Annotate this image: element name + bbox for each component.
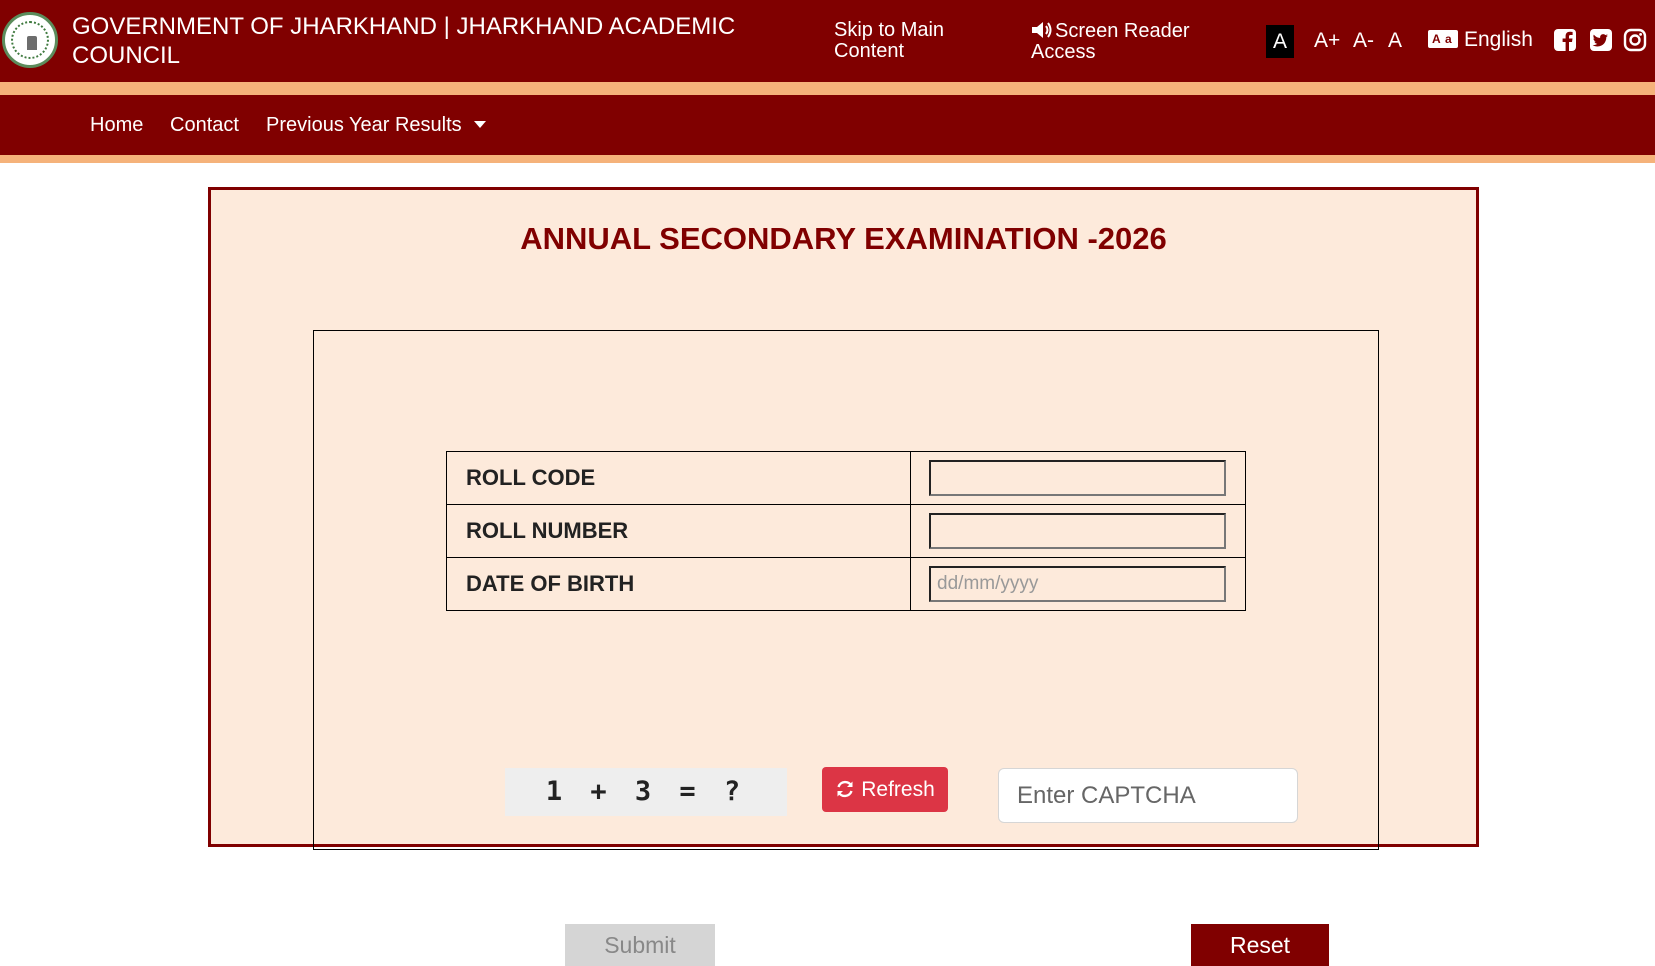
result-panel: ANNUAL SECONDARY EXAMINATION -2026 ROLL … xyxy=(208,187,1479,966)
skip-to-main-link[interactable]: Skip to Main Content xyxy=(834,20,974,62)
instagram-icon[interactable] xyxy=(1623,28,1647,52)
font-size-normal-button[interactable]: A xyxy=(1266,25,1294,58)
facebook-icon[interactable] xyxy=(1553,28,1577,52)
refresh-icon xyxy=(837,780,853,798)
font-size-reset-button[interactable]: A xyxy=(1388,28,1402,54)
reset-button[interactable]: Reset xyxy=(1191,924,1329,966)
main-nav: Home Contact Previous Year Results xyxy=(0,95,1655,155)
font-size-decrease-button[interactable]: A- xyxy=(1353,28,1374,54)
roll-number-cell xyxy=(910,504,1246,558)
roll-code-label: ROLL CODE xyxy=(445,451,912,505)
roll-code-input[interactable] xyxy=(929,460,1227,496)
caret-down-icon xyxy=(473,121,486,128)
screen-reader-link[interactable]: Screen Reader Access xyxy=(1031,20,1221,63)
submit-button[interactable]: Submit xyxy=(565,924,715,966)
dob-input[interactable] xyxy=(929,566,1227,602)
roll-number-input[interactable] xyxy=(929,513,1227,549)
dob-label: DATE OF BIRTH xyxy=(445,557,912,611)
table-row: DATE OF BIRTH xyxy=(445,557,1246,611)
speaker-icon xyxy=(1032,22,1052,38)
top-header: GOVERNMENT OF JHARKHAND | JHARKHAND ACAD… xyxy=(0,0,1655,82)
refresh-label: Refresh xyxy=(861,778,935,801)
page-title: ANNUAL SECONDARY EXAMINATION -2026 xyxy=(520,221,1167,256)
twitter-icon[interactable] xyxy=(1589,28,1613,52)
captcha-question: 1 + 3 = ? xyxy=(505,768,787,816)
dob-cell xyxy=(910,557,1246,611)
nav-item-home[interactable]: Home xyxy=(90,113,143,137)
site-title: GOVERNMENT OF JHARKHAND | JHARKHAND ACAD… xyxy=(72,13,736,69)
roll-code-cell xyxy=(910,451,1246,505)
table-row: ROLL NUMBER xyxy=(445,504,1246,558)
roll-number-label: ROLL NUMBER xyxy=(445,504,912,558)
table-row: ROLL CODE xyxy=(445,451,1246,505)
captcha-input[interactable] xyxy=(998,768,1298,823)
refresh-captcha-button[interactable]: Refresh xyxy=(822,767,948,812)
accent-band-bottom xyxy=(0,155,1655,163)
language-selector[interactable]: A a English xyxy=(1428,26,1533,54)
login-form-table: ROLL CODE ROLL NUMBER DATE OF BIRTH xyxy=(445,451,1246,611)
font-size-increase-button[interactable]: A+ xyxy=(1314,28,1340,54)
form-container: ROLL CODE ROLL NUMBER DATE OF BIRTH 1 + … xyxy=(313,330,1379,966)
language-label: English xyxy=(1464,28,1533,51)
screen-reader-label: Screen Reader Access xyxy=(1031,20,1190,63)
nav-item-previous-year-results[interactable]: Previous Year Results xyxy=(266,113,486,137)
nav-item-contact[interactable]: Contact xyxy=(170,113,239,137)
accent-band-top xyxy=(0,82,1655,95)
emblem-logo xyxy=(2,12,58,68)
language-icon: A a xyxy=(1428,30,1458,48)
nav-item-label: Previous Year Results xyxy=(266,114,462,136)
